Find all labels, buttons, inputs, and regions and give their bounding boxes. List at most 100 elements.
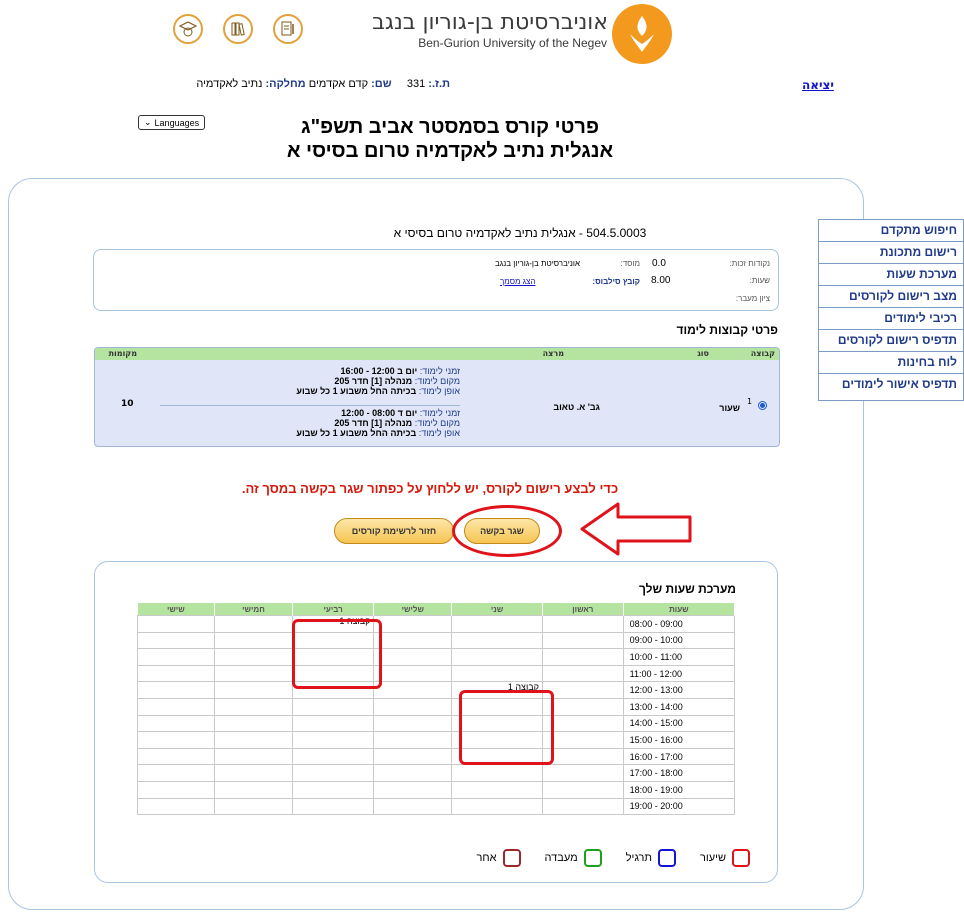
col-friday: שישי bbox=[137, 603, 216, 616]
col-group: קבוצה bbox=[750, 349, 775, 358]
schedule-cell bbox=[214, 697, 293, 716]
exit-link[interactable]: יציאה bbox=[802, 78, 834, 92]
hours-label: שעות: bbox=[749, 276, 770, 285]
schedule-row: 11:00 - 12:00 bbox=[136, 664, 736, 683]
schedule-hour-cell: 16:00 - 17:00 bbox=[622, 747, 736, 766]
schedule-cell bbox=[214, 681, 293, 699]
schedule-hour-cell: 12:00 - 13:00 bbox=[622, 681, 736, 699]
schedule-hour-cell: 18:00 - 19:00 bbox=[622, 780, 736, 799]
page-title-line2: אנגלית נתיב לאקדמיה טרום בסיסי א bbox=[286, 140, 614, 162]
schedule-hour-cell: 10:00 - 11:00 bbox=[622, 648, 736, 666]
sidebar-item-timetable[interactable]: מערכת שעות bbox=[819, 264, 963, 286]
languages-dropdown[interactable]: ⌄ Languages bbox=[138, 115, 206, 130]
id-value: 331 bbox=[406, 78, 426, 90]
legend-exercise-label: תרגיל bbox=[625, 852, 652, 864]
legend-other-swatch bbox=[502, 849, 521, 867]
document-pen-icon[interactable] bbox=[273, 14, 303, 44]
schedule-cell bbox=[136, 764, 216, 782]
col-tuesday: שלישי bbox=[373, 603, 453, 616]
legend-lecture-swatch bbox=[732, 849, 750, 867]
schedule-row: 09:00 - 10:00 bbox=[136, 631, 736, 650]
sidebar-item-registration-status[interactable]: מצב רישום לקורסים bbox=[819, 286, 963, 308]
schedule-cell bbox=[136, 648, 216, 666]
group-type: שעור bbox=[719, 403, 740, 413]
schedule-cell bbox=[373, 714, 453, 733]
registration-warning: כדי לבצע רישום לקורס, יש ללחוץ על כפתור … bbox=[241, 481, 619, 496]
schedule-cell bbox=[373, 648, 453, 666]
bgu-logo bbox=[612, 4, 672, 64]
schedule-cell bbox=[373, 697, 453, 716]
schedule-cell bbox=[541, 731, 624, 749]
schedule-cell bbox=[136, 615, 216, 633]
back-to-courses-button[interactable]: חזור לרשימת קורסים bbox=[334, 518, 454, 544]
schedule-row: 10:00 - 11:00 bbox=[136, 648, 736, 666]
schedule-cell bbox=[451, 797, 543, 816]
languages-label: Languages bbox=[154, 117, 200, 128]
annotation-ellipse bbox=[452, 505, 562, 557]
schedule-cell bbox=[214, 797, 293, 816]
schedule-cell bbox=[373, 780, 453, 799]
legend-lab: מעבדה bbox=[545, 849, 602, 867]
schedule-cell bbox=[291, 747, 375, 766]
schedule-hour-cell: 19:00 - 20:00 bbox=[622, 797, 736, 816]
graduation-cap-globe-icon[interactable] bbox=[173, 14, 203, 44]
schedule-hour-cell: 14:00 - 15:00 bbox=[622, 714, 736, 733]
schedule-cell bbox=[451, 664, 543, 683]
schedule-cell bbox=[214, 731, 293, 749]
schedule-cell bbox=[373, 797, 453, 816]
schedule-table: שעות ראשון שני שלישי רביעי חמישי שישי 08… bbox=[136, 603, 736, 816]
syllabus-label: קובץ סילבוס: bbox=[592, 277, 640, 286]
col-thursday: חמישי bbox=[214, 603, 293, 616]
schedule-title: מערכת שעות שלך bbox=[638, 582, 736, 596]
schedule-row: 08:00 - 09:00 קבוצה 1 bbox=[136, 615, 736, 633]
schedule-cell bbox=[136, 747, 216, 766]
schedule-cell bbox=[373, 681, 453, 699]
schedule-cell bbox=[541, 631, 624, 650]
schedule-cell bbox=[291, 797, 375, 816]
legend-other-label: אחר bbox=[476, 852, 497, 864]
user-info: ת.ז.: 331 שם: קדם אקדמים מחלקה: נתיב לאק… bbox=[30, 78, 450, 90]
schedule-cell bbox=[136, 731, 216, 749]
schedule-cell bbox=[136, 797, 216, 816]
col-seats: מקומות bbox=[108, 349, 137, 358]
session-1: זמני לימוד: יום ב 12:00 - 16:00 מקום לימ… bbox=[296, 366, 460, 396]
col-hours: שעות bbox=[623, 603, 736, 616]
schedule-row: 14:00 - 15:00 bbox=[136, 714, 736, 733]
schedule-cell bbox=[214, 747, 293, 766]
group-radio[interactable] bbox=[758, 401, 767, 410]
syllabus-link[interactable]: הצג מסמך bbox=[500, 277, 535, 286]
schedule-cell bbox=[136, 681, 216, 699]
schedule-cell bbox=[291, 714, 375, 733]
schedule-cell bbox=[136, 664, 216, 683]
col-sunday: ראשון bbox=[542, 603, 624, 616]
schedule-hour-cell: 15:00 - 16:00 bbox=[622, 731, 736, 749]
dept-label: מחלקה: bbox=[265, 78, 306, 90]
groups-title: פרטי קבוצות לימוד bbox=[676, 323, 778, 337]
sidebar-item-registration-printout[interactable]: תדפיס רישום לקורסים bbox=[819, 330, 963, 352]
schedule-hour-cell: 11:00 - 12:00 bbox=[622, 664, 736, 683]
schedule-cell bbox=[291, 697, 375, 716]
page-title-line1: פרטי קורס בסמסטר אביב תשפ"ג bbox=[301, 116, 599, 138]
col-lecturer: מרצה bbox=[542, 349, 564, 358]
groups-table-header: קבוצה סוג מרצה מקומות bbox=[95, 348, 779, 360]
sidebar-item-template-registration[interactable]: רישום מתכונת bbox=[819, 242, 963, 264]
sidebar-item-advanced-search[interactable]: חיפוש מתקדם bbox=[819, 220, 963, 242]
schedule-cell bbox=[373, 631, 453, 650]
sidebar-item-study-components[interactable]: רכיבי לימודים bbox=[819, 308, 963, 330]
schedule-cell bbox=[136, 631, 216, 650]
legend-lab-swatch bbox=[583, 849, 602, 867]
legend-exercise: תרגיל bbox=[626, 849, 676, 867]
session-divider bbox=[160, 405, 460, 406]
schedule-cell bbox=[136, 714, 216, 733]
name-value: קדם אקדמים bbox=[308, 78, 369, 90]
schedule-cell bbox=[541, 681, 624, 699]
institute-value: אוניברסיטת בן-גוריון בנגב bbox=[494, 259, 580, 268]
sidebar-item-study-certificate[interactable]: תדפיס אישור לימודים bbox=[819, 374, 963, 395]
legend-lab-label: מעבדה bbox=[544, 852, 578, 864]
legend-lecture-label: שיעור bbox=[699, 852, 726, 864]
library-books-icon[interactable] bbox=[223, 14, 253, 44]
grade-label: ציון מעבר: bbox=[735, 294, 770, 303]
schedule-cell bbox=[451, 631, 543, 650]
sidebar-item-exam-schedule[interactable]: לוח בחינות bbox=[819, 352, 963, 374]
schedule-cell bbox=[214, 615, 293, 633]
